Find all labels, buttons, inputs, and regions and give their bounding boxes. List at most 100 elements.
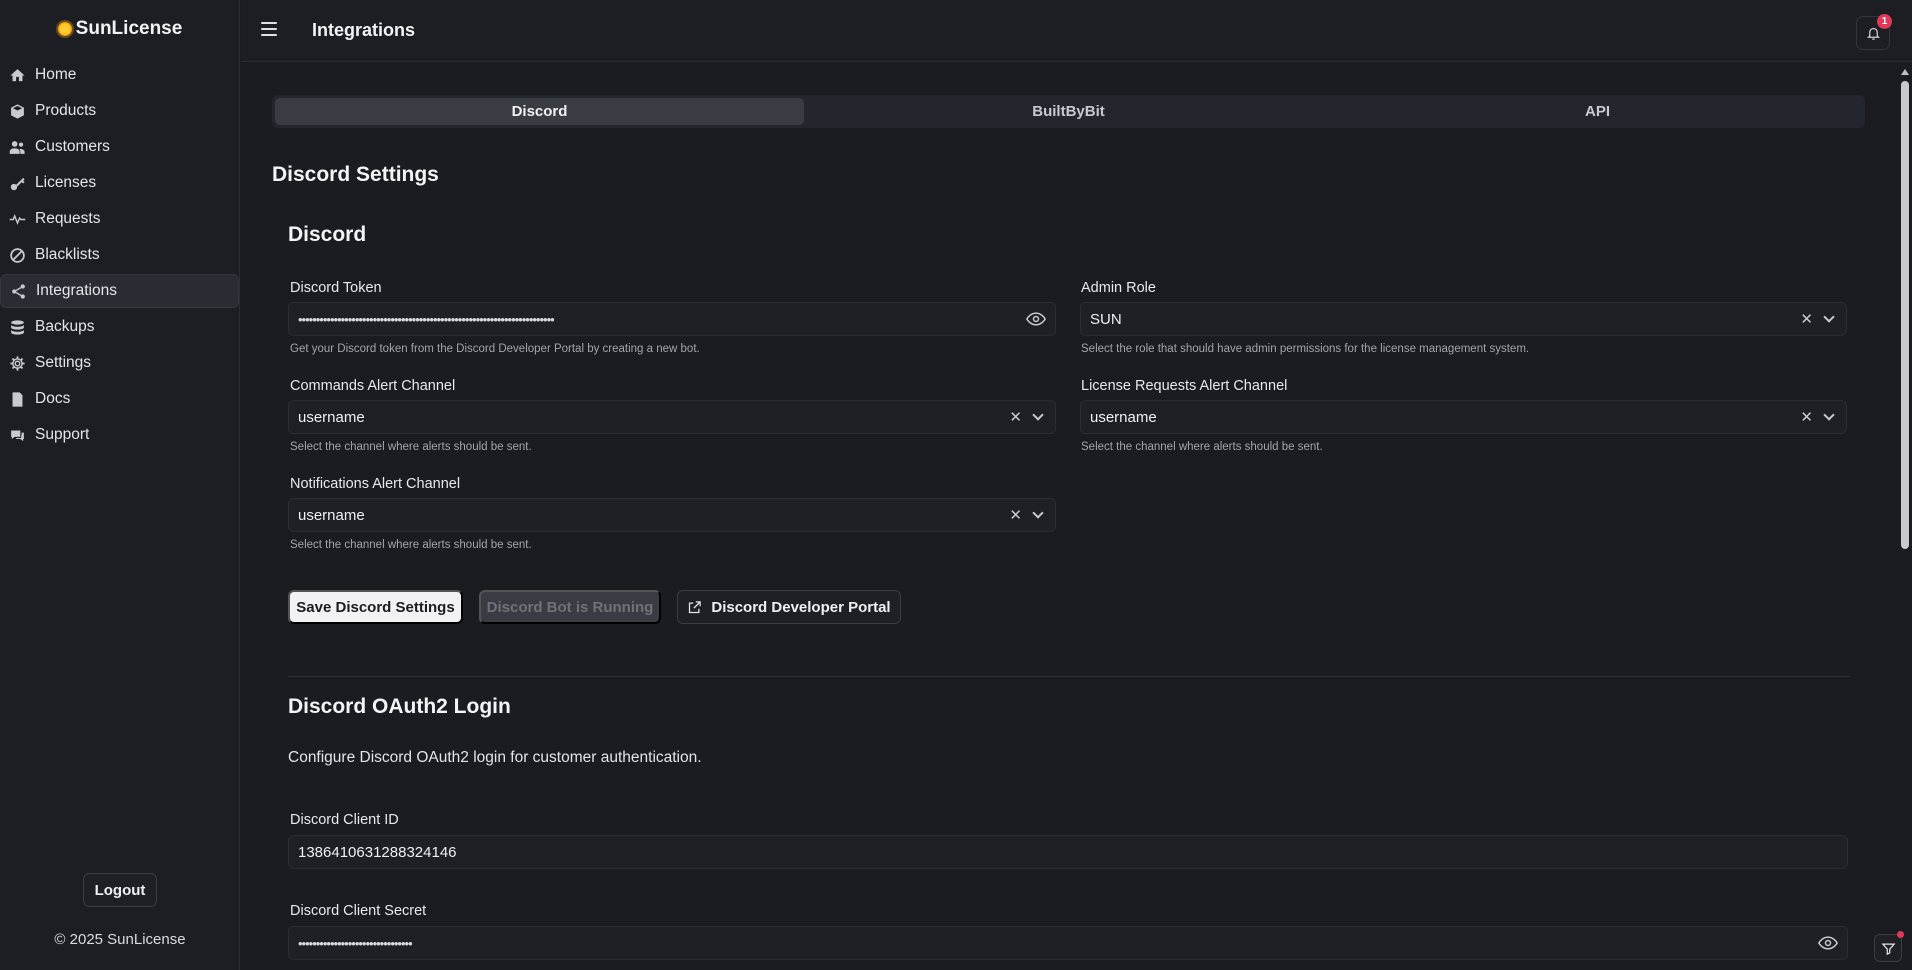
sidebar-item-integrations[interactable]: Integrations [0, 274, 239, 308]
commands-alert-channel-label: Commands Alert Channel [290, 378, 456, 394]
notifications-alert-channel-hint: Select the channel where alerts should b… [290, 539, 532, 551]
license-requests-alert-channel-value: username [1090, 408, 1157, 426]
notifications-alert-channel-value: username [298, 506, 365, 524]
discord-token-field[interactable]: ••••••••••••••••••••••••••••••••••••••••… [288, 302, 1056, 336]
section-divider [288, 676, 1850, 677]
chevron-down-icon[interactable] [1032, 408, 1044, 421]
status-dot [1897, 931, 1904, 938]
discord-token-value: ••••••••••••••••••••••••••••••••••••••••… [298, 311, 555, 327]
ban-icon [8, 246, 26, 264]
client-id-value: 1386410631288324146 [298, 843, 457, 861]
chevron-down-icon[interactable] [1823, 408, 1835, 421]
menu-toggle-icon[interactable] [261, 22, 277, 36]
sidebar-item-label: Integrations [36, 282, 117, 299]
filter-check-icon [1880, 943, 1896, 955]
notifications-alert-channel-label: Notifications Alert Channel [290, 476, 461, 492]
notifications-alert-channel-select[interactable]: username ✕ [288, 498, 1056, 532]
bell-icon [1866, 27, 1880, 40]
sun-icon [57, 22, 72, 36]
client-secret-label: Discord Client Secret [290, 903, 427, 919]
box-icon [8, 102, 26, 120]
oauth-description: Configure Discord OAuth2 login for custo… [288, 749, 702, 766]
eye-icon[interactable] [1026, 312, 1046, 326]
sidebar-item-customers[interactable]: Customers [0, 130, 239, 164]
brand-name: SunLicense [75, 18, 183, 39]
client-id-field[interactable]: 1386410631288324146 [288, 835, 1848, 869]
logout-button[interactable]: Logout [83, 873, 157, 907]
client-id-label: Discord Client ID [290, 812, 399, 828]
sidebar-item-settings[interactable]: Settings [0, 346, 239, 380]
admin-role-select[interactable]: SUN ✕ [1080, 302, 1847, 336]
brand-logo[interactable]: SunLicense [0, 18, 240, 40]
gear-icon [8, 354, 26, 372]
commands-alert-channel-hint: Select the channel where alerts should b… [290, 441, 532, 453]
document-icon [8, 390, 26, 408]
sidebar-item-label: Settings [35, 354, 92, 371]
discord-developer-portal-button[interactable]: Discord Developer Portal [677, 590, 901, 624]
client-secret-field[interactable]: •••••••••••••••••••••••••••••••• [288, 926, 1848, 960]
commands-alert-channel-select[interactable]: username ✕ [288, 400, 1056, 434]
users-icon [8, 138, 26, 156]
tab-api[interactable]: API [1333, 98, 1862, 125]
copyright-text: © 2025 SunLicense [54, 931, 186, 948]
top-header: Integrations 1 [241, 0, 1912, 62]
devtools-toggle-button[interactable] [1874, 931, 1904, 962]
notification-badge: 1 [1877, 14, 1892, 29]
sidebar-item-label: Products [35, 102, 97, 119]
share-icon [9, 282, 27, 300]
sidebar-item-label: Customers [35, 138, 110, 155]
key-icon [8, 174, 26, 192]
sidebar-item-requests[interactable]: Requests [0, 202, 239, 236]
sidebar-item-support[interactable]: Support [0, 418, 239, 452]
sidebar-item-label: Backups [35, 318, 95, 335]
clear-icon[interactable]: ✕ [1009, 506, 1022, 524]
sidebar-item-home[interactable]: Home [0, 58, 239, 92]
sidebar-nav: Home Products Customers Licenses Request… [0, 56, 240, 454]
tab-discord[interactable]: Discord [275, 98, 804, 125]
section-title: Discord Settings [272, 163, 439, 186]
client-secret-value: •••••••••••••••••••••••••••••••• [298, 935, 413, 951]
admin-role-hint: Select the role that should have admin p… [1081, 343, 1530, 355]
page-title: Integrations [312, 20, 416, 40]
sidebar-item-licenses[interactable]: Licenses [0, 166, 239, 200]
sidebar-item-label: Docs [35, 390, 71, 407]
license-requests-alert-channel-hint: Select the channel where alerts should b… [1081, 441, 1323, 453]
chevron-down-icon[interactable] [1032, 506, 1044, 519]
license-requests-alert-channel-label: License Requests Alert Channel [1081, 378, 1288, 394]
database-icon [8, 318, 26, 336]
license-requests-alert-channel-select[interactable]: username ✕ [1080, 400, 1847, 434]
clear-icon[interactable]: ✕ [1009, 408, 1022, 426]
sidebar-item-backups[interactable]: Backups [0, 310, 239, 344]
discord-token-hint: Get your Discord token from the Discord … [290, 343, 700, 355]
scroll-up-icon[interactable] [1901, 69, 1909, 75]
sidebar-item-label: Home [35, 66, 77, 83]
bot-status-button: Discord Bot is Running [479, 590, 661, 624]
pulse-icon [8, 210, 26, 228]
admin-role-label: Admin Role [1081, 280, 1156, 296]
scrollbar-thumb[interactable] [1901, 81, 1909, 549]
sidebar-item-docs[interactable]: Docs [0, 382, 239, 416]
sidebar-item-label: Requests [35, 210, 101, 227]
external-link-icon [689, 600, 702, 613]
tab-builtbybit[interactable]: BuiltByBit [804, 98, 1333, 125]
sidebar-item-products[interactable]: Products [0, 94, 239, 128]
sidebar: SunLicense Home Products Customers Licen… [0, 0, 240, 970]
clear-icon[interactable]: ✕ [1800, 310, 1813, 328]
home-icon [8, 66, 26, 84]
page-scrollbar[interactable] [1897, 63, 1912, 970]
sidebar-item-label: Support [35, 426, 90, 443]
oauth-heading: Discord OAuth2 Login [288, 695, 511, 718]
chevron-down-icon[interactable] [1823, 310, 1835, 323]
discord-developer-portal-label: Discord Developer Portal [711, 598, 891, 616]
clear-icon[interactable]: ✕ [1800, 408, 1813, 426]
sidebar-item-label: Licenses [35, 174, 97, 191]
eye-icon[interactable] [1818, 936, 1838, 950]
integration-tabs: Discord BuiltByBit API [272, 95, 1865, 128]
sidebar-item-blacklists[interactable]: Blacklists [0, 238, 239, 272]
notifications-button[interactable]: 1 [1856, 14, 1892, 50]
discord-token-label: Discord Token [290, 280, 382, 296]
sidebar-item-label: Blacklists [35, 246, 100, 263]
chat-icon [8, 426, 26, 444]
commands-alert-channel-value: username [298, 408, 365, 426]
save-discord-settings-button[interactable]: Save Discord Settings [288, 590, 463, 624]
